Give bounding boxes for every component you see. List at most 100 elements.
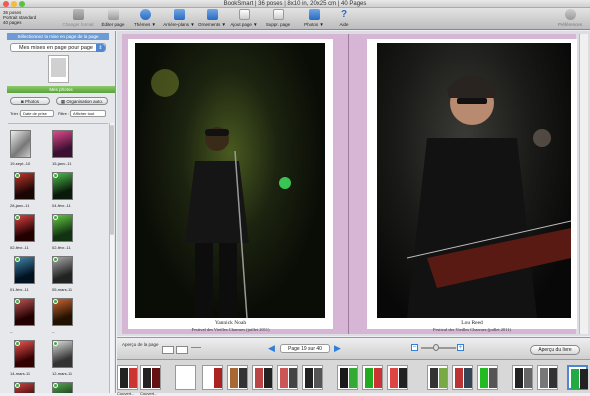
right-caption-subtitle: Festival des Vieilles Charrues (juillet … bbox=[432, 327, 512, 332]
page-photo bbox=[280, 368, 288, 388]
filmstrip-page[interactable] bbox=[452, 365, 473, 390]
photos-import-button[interactable]: ◙ Photos bbox=[10, 97, 50, 105]
filmstrip-cover-label: Couvert... bbox=[140, 391, 158, 396]
used-check-icon bbox=[15, 299, 20, 304]
filmstrip-page[interactable] bbox=[202, 365, 223, 390]
canvas-vertical-scrollbar[interactable] bbox=[579, 34, 588, 334]
add-page-button[interactable]: Ajout page ▼ bbox=[230, 9, 258, 30]
right-caption-name: Lou Reed bbox=[461, 320, 483, 326]
ornaments-icon bbox=[206, 9, 218, 20]
filmstrip-page[interactable] bbox=[302, 365, 323, 390]
spread-view-button[interactable] bbox=[176, 346, 188, 354]
filmstrip-page[interactable] bbox=[140, 365, 161, 390]
spread-spine bbox=[348, 34, 349, 334]
photos-icon bbox=[308, 9, 320, 20]
scrollbar-thumb[interactable] bbox=[110, 125, 114, 235]
used-check-icon bbox=[15, 341, 20, 346]
filmstrip-page-selected[interactable] bbox=[567, 365, 588, 390]
filmstrip-page[interactable] bbox=[252, 365, 273, 390]
themes-button[interactable]: Thèmes ▼ bbox=[133, 9, 157, 30]
zoom-out-button[interactable]: – bbox=[411, 344, 418, 351]
photo-thumbnail[interactable] bbox=[14, 382, 35, 393]
left-page-photo[interactable] bbox=[135, 43, 325, 318]
layout-photo-placeholder bbox=[51, 58, 66, 77]
layout-select[interactable]: Mes mises en page pour page ⇕ bbox=[10, 43, 106, 52]
right-page-photo[interactable] bbox=[377, 43, 571, 318]
filmstrip-cover-label: Couvert... bbox=[117, 391, 135, 396]
page-photo bbox=[524, 368, 532, 388]
page-photo bbox=[480, 368, 488, 388]
auto-organize-button[interactable]: ▦ Organisation auto. bbox=[56, 97, 108, 105]
page-photo bbox=[214, 368, 222, 388]
photo-thumbnail[interactable] bbox=[14, 298, 35, 326]
sort-select[interactable]: Date de prise bbox=[20, 110, 54, 117]
photos-button[interactable]: Photos ▼ bbox=[302, 9, 326, 30]
right-page[interactable]: Lou Reed Festival des Vieilles Charrues … bbox=[367, 39, 577, 332]
photo-thumbnail[interactable] bbox=[14, 340, 35, 368]
edit-page-button[interactable]: Éditer page bbox=[99, 9, 127, 30]
photo-list-scrollbar[interactable] bbox=[109, 123, 114, 393]
filmstrip-page[interactable] bbox=[427, 365, 448, 390]
change-format-button[interactable]: Changer format bbox=[60, 9, 96, 30]
left-caption-name: Yannick Noah bbox=[214, 320, 247, 326]
page-photo bbox=[120, 368, 128, 388]
photo-thumbnail[interactable] bbox=[52, 214, 73, 242]
filmstrip-page[interactable] bbox=[387, 365, 408, 390]
photo-thumbnail[interactable] bbox=[52, 172, 73, 200]
window-title: BookSmart | 36 poses | 8x10 in, 20x25 cm… bbox=[223, 1, 367, 7]
filmstrip-page[interactable] bbox=[362, 365, 383, 390]
filmstrip-page[interactable] bbox=[117, 365, 138, 390]
page-photo bbox=[305, 368, 313, 388]
filmstrip-page[interactable] bbox=[175, 365, 196, 390]
themes-icon bbox=[139, 9, 151, 20]
page-filmstrip: Couvert... Couvert... bbox=[117, 359, 590, 396]
layout-header: Sélectionnez la mise en page de la page bbox=[7, 33, 109, 40]
filter-select[interactable]: Afficher tout bbox=[70, 110, 106, 117]
used-check-icon bbox=[53, 299, 58, 304]
layout-thumbnail[interactable] bbox=[48, 55, 69, 83]
filmstrip-page[interactable] bbox=[277, 365, 298, 390]
photo-thumbnail[interactable] bbox=[14, 214, 35, 242]
page-photo bbox=[264, 368, 272, 388]
preview-page-label: Aperçu de la page bbox=[122, 342, 159, 347]
photo-thumbnail[interactable] bbox=[52, 256, 73, 284]
chevron-updown-icon: ⇕ bbox=[96, 44, 105, 52]
filmstrip-page[interactable] bbox=[477, 365, 498, 390]
photo-thumbnail[interactable] bbox=[52, 130, 73, 158]
previous-page-arrow-icon[interactable]: ◀ bbox=[268, 344, 276, 353]
photos-header: Mes photos bbox=[7, 86, 115, 93]
used-check-icon bbox=[15, 383, 20, 388]
page-photo bbox=[580, 369, 588, 389]
photo-thumbnail[interactable] bbox=[14, 256, 35, 284]
filmstrip-page[interactable] bbox=[537, 365, 558, 390]
photo-thumbnail[interactable] bbox=[52, 340, 73, 368]
single-page-view-button[interactable] bbox=[162, 346, 174, 354]
performer-figure bbox=[151, 69, 291, 318]
page-photo bbox=[455, 368, 463, 388]
preview-book-button[interactable]: Aperçu du livre bbox=[530, 345, 580, 355]
photo-thumbnail[interactable] bbox=[10, 130, 31, 158]
delete-page-button[interactable]: Suppr. page bbox=[264, 9, 292, 30]
zoom-slider-thumb[interactable] bbox=[433, 344, 439, 351]
ornaments-button[interactable]: Ornements ▼ bbox=[198, 9, 226, 30]
zoom-in-button[interactable]: + bbox=[457, 344, 464, 351]
photo-thumbnail[interactable] bbox=[52, 382, 73, 393]
project-info: 36 poses Portrait standard 40 pages bbox=[3, 10, 36, 25]
filmstrip-page[interactable] bbox=[512, 365, 533, 390]
photo-thumbnail[interactable] bbox=[14, 172, 35, 200]
backgrounds-button[interactable]: Arrière-plans ▼ bbox=[162, 9, 196, 30]
used-check-icon bbox=[15, 257, 20, 262]
filmstrip-page[interactable] bbox=[227, 365, 248, 390]
used-check-icon bbox=[53, 341, 58, 346]
page-photo bbox=[340, 368, 348, 388]
delete-page-icon bbox=[272, 9, 284, 20]
page-indicator[interactable]: Page 19 sur 40 bbox=[280, 344, 330, 353]
preferences-button[interactable]: Préférences bbox=[554, 9, 586, 30]
help-button[interactable]: ? Aide bbox=[336, 9, 352, 30]
left-page[interactable]: Yannick Noah Festival des Vieilles Charr… bbox=[128, 39, 333, 332]
photo-list: 19-sept.-10 15-janv.-11 28-janv.-11 04-f… bbox=[8, 123, 108, 393]
next-page-arrow-icon[interactable]: ▶ bbox=[334, 344, 342, 353]
filmstrip-page[interactable] bbox=[337, 365, 358, 390]
backgrounds-icon bbox=[173, 9, 185, 20]
photo-thumbnail[interactable] bbox=[52, 298, 73, 326]
